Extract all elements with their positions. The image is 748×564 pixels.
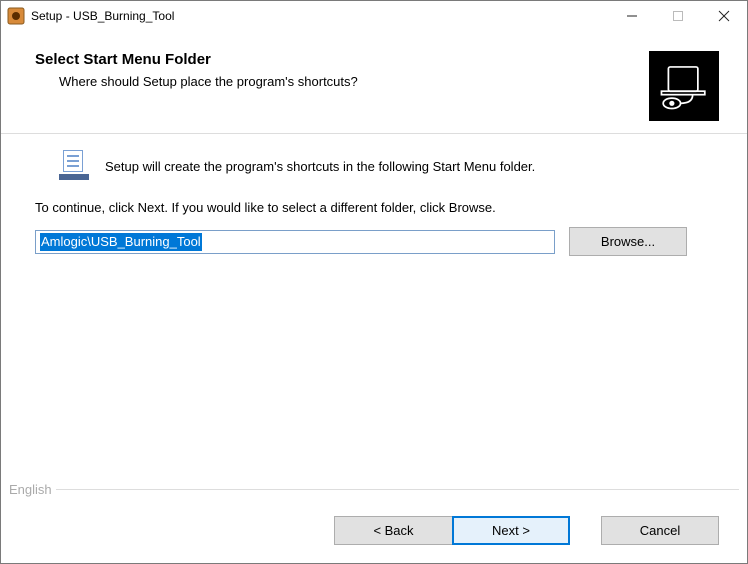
installer-window: Setup - USB_Burning_Tool Select Start Me… xyxy=(0,0,748,564)
minimize-button[interactable] xyxy=(609,1,655,31)
language-divider xyxy=(56,489,739,490)
instruction-text: To continue, click Next. If you would li… xyxy=(35,200,713,215)
page-header: Select Start Menu Folder Where should Se… xyxy=(1,31,747,133)
footer-buttons: < Back Next > Cancel xyxy=(1,500,747,563)
window-controls xyxy=(609,1,747,31)
app-icon xyxy=(7,7,25,25)
maximize-button xyxy=(655,1,701,31)
cancel-button[interactable]: Cancel xyxy=(601,516,719,545)
close-button[interactable] xyxy=(701,1,747,31)
page-subtitle: Where should Setup place the program's s… xyxy=(59,74,649,89)
titlebar: Setup - USB_Burning_Tool xyxy=(1,1,747,31)
browse-button[interactable]: Browse... xyxy=(569,227,687,256)
language-label[interactable]: English xyxy=(9,482,56,497)
window-title: Setup - USB_Burning_Tool xyxy=(31,9,609,23)
next-button[interactable]: Next > xyxy=(452,516,570,545)
intro-text: Setup will create the program's shortcut… xyxy=(105,159,535,174)
back-button[interactable]: < Back xyxy=(334,516,452,545)
start-menu-icon xyxy=(59,150,91,182)
language-row: English xyxy=(9,478,739,500)
content-area: Setup will create the program's shortcut… xyxy=(1,134,747,478)
folder-path-input[interactable]: Amlogic\USB_Burning_Tool xyxy=(35,230,555,254)
page-title: Select Start Menu Folder xyxy=(35,51,649,68)
installer-icon xyxy=(649,51,719,121)
